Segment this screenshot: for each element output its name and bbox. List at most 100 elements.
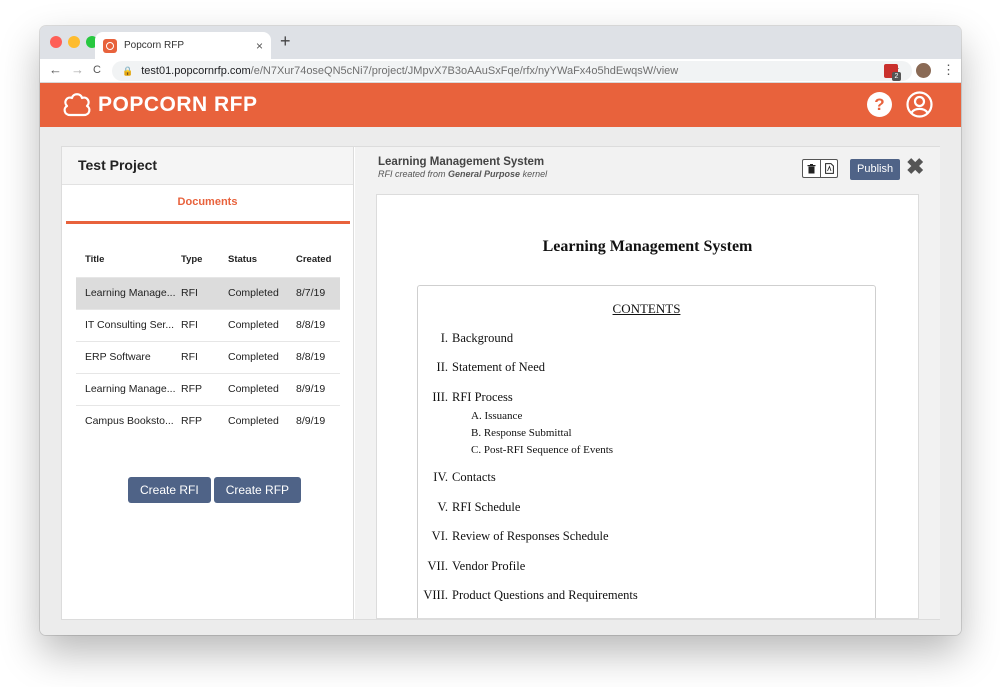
toc-subitem-label: Post-RFI Sequence of Events <box>483 444 614 456</box>
documents-table: Title Type Status Created Learning Manag… <box>76 243 340 437</box>
toc-item[interactable]: II. Statement of Need <box>412 360 545 375</box>
extension-badge: 2 <box>892 72 901 81</box>
table-header-row: Title Type Status Created <box>76 243 340 277</box>
help-icon[interactable]: ? <box>867 92 892 117</box>
user-account-icon[interactable] <box>906 91 933 118</box>
brand-logo-text[interactable]: POPCORN RFP <box>98 93 258 117</box>
url-host: test01.popcornrfp.com <box>141 65 251 77</box>
project-title: Test Project <box>78 157 158 173</box>
kernel-name: General Purpose <box>448 169 521 179</box>
toc-subitem[interactable]: A. Issuance <box>471 410 522 422</box>
row-created: 8/8/19 <box>287 308 340 341</box>
toc-item[interactable]: III. RFI Process <box>412 390 513 405</box>
document-heading: Learning Management System <box>542 238 753 255</box>
column-header-title[interactable]: Title <box>76 243 181 277</box>
toc-item-number: VI. <box>431 529 448 543</box>
toc-item-label: RFI Schedule <box>452 500 521 514</box>
table-row[interactable]: Learning Manage... RFP Completed 8/9/19 <box>76 372 340 405</box>
tab-documents[interactable]: Documents <box>62 185 353 224</box>
column-header-type[interactable]: Type <box>181 243 219 277</box>
project-header: Test Project <box>62 147 353 185</box>
row-created: 8/9/19 <box>287 404 340 437</box>
tab-documents-label: Documents <box>177 196 238 208</box>
table-row[interactable]: Campus Booksto... RFP Completed 8/9/19 <box>76 404 340 437</box>
url-field[interactable]: 🔒 test01.popcornrfp.com /e/N7Xur74oseQN5… <box>112 61 912 81</box>
row-status: Completed <box>219 276 287 309</box>
toc-item-label: Review of Responses Schedule <box>452 529 609 543</box>
toc-item-label: RFI Process <box>452 390 513 404</box>
row-created: 8/9/19 <box>287 372 340 405</box>
row-type: RFI <box>181 340 219 373</box>
row-title: IT Consulting Ser... <box>76 308 181 341</box>
create-rfi-button[interactable]: Create RFI <box>128 477 211 503</box>
toc-subitem[interactable]: B. Response Submittal <box>471 427 572 439</box>
publish-button[interactable]: Publish <box>850 159 901 180</box>
new-tab-button[interactable]: + <box>280 31 291 52</box>
tab-title: Popcorn RFP <box>124 40 185 51</box>
toc-subitem-label: Response Submittal <box>483 427 572 439</box>
column-header-status[interactable]: Status <box>219 243 287 277</box>
browser-tab[interactable]: Popcorn RFP × <box>95 32 271 59</box>
documents-sidebar: Test Project Documents Title Type Status… <box>62 147 354 619</box>
row-created: 8/8/19 <box>287 340 340 373</box>
url-path: /e/N7Xur74oseQN5cNi7/project/JMpvX7B3oAA… <box>250 65 679 77</box>
main-content: Test Project Documents Title Type Status… <box>40 127 961 635</box>
pdf-file-icon <box>824 163 834 174</box>
toc-item-label: Vendor Profile <box>452 559 526 573</box>
close-window-button[interactable] <box>50 36 62 48</box>
row-status: Completed <box>219 308 287 341</box>
column-header-created[interactable]: Created <box>287 243 340 277</box>
toc-item-number: II. <box>436 360 448 374</box>
row-title: Learning Manage... <box>76 276 181 309</box>
toc-item[interactable]: VII. Vendor Profile <box>412 559 526 574</box>
popcorn-favicon-icon <box>103 38 117 53</box>
toc-item[interactable]: V. RFI Schedule <box>412 500 520 515</box>
row-type: RFP <box>181 372 219 405</box>
table-row[interactable]: ERP Software RFI Completed 8/8/19 <box>76 340 340 373</box>
toc-item[interactable]: VI. Review of Responses Schedule <box>412 529 609 544</box>
document-actions <box>802 159 838 178</box>
toc-item-number: VIII. <box>423 588 448 602</box>
row-type: RFI <box>181 308 219 341</box>
row-title: ERP Software <box>76 340 181 373</box>
toc-item-label: Product Questions and Requirements <box>452 588 638 602</box>
toc-item-number: I. <box>440 331 448 345</box>
row-created: 8/7/19 <box>287 276 340 309</box>
toc-item[interactable]: I. Background <box>412 331 513 346</box>
toc-subitem-number: B. <box>471 427 482 439</box>
create-rfp-button[interactable]: Create RFP <box>213 477 302 503</box>
toc-item[interactable]: IV. Contacts <box>412 470 496 485</box>
lock-icon: 🔒 <box>122 65 134 76</box>
back-arrow-icon[interactable]: ← <box>49 62 62 77</box>
subtitle-prefix: RFI created from <box>378 169 449 179</box>
trash-icon <box>807 163 816 173</box>
project-panel: Test Project Documents Title Type Status… <box>61 146 940 620</box>
close-icon[interactable]: ✖ <box>906 155 924 179</box>
popcorn-logo-icon[interactable] <box>62 91 92 119</box>
toc-subitem-number: C. <box>471 444 482 456</box>
row-title: Campus Booksto... <box>76 404 181 437</box>
forward-arrow-icon[interactable]: → <box>71 62 84 77</box>
toc-item[interactable]: VIII. Product Questions and Requirements <box>412 588 638 603</box>
toc-item-label: Statement of Need <box>452 360 546 374</box>
minimize-window-button[interactable] <box>68 36 80 48</box>
toc-subitem-number: A. <box>471 410 482 422</box>
tab-close-icon[interactable]: × <box>256 39 263 53</box>
pdf-export-button[interactable] <box>820 160 837 177</box>
toc-item-number: VII. <box>427 559 448 573</box>
toc-item-number: V. <box>437 500 448 514</box>
browser-profile-avatar[interactable] <box>916 63 931 78</box>
contents-title: CONTENTS <box>612 301 681 316</box>
row-type: RFP <box>181 404 219 437</box>
toc-subitem[interactable]: C. Post-RFI Sequence of Events <box>471 444 613 456</box>
app-header: POPCORN RFP ? <box>40 83 961 127</box>
row-status: Completed <box>219 340 287 373</box>
table-row[interactable]: IT Consulting Ser... RFI Completed 8/8/1… <box>76 308 340 341</box>
browser-menu-icon[interactable]: ⋮ <box>942 62 955 78</box>
delete-button[interactable] <box>803 160 820 177</box>
table-row[interactable]: Learning Manage... RFI Completed 8/7/19 <box>76 276 340 309</box>
toc-item-number: IV. <box>433 470 448 484</box>
toc-item-label: Contacts <box>452 470 496 484</box>
toc-item-number: III. <box>432 390 448 404</box>
reload-icon[interactable]: C <box>93 64 101 76</box>
